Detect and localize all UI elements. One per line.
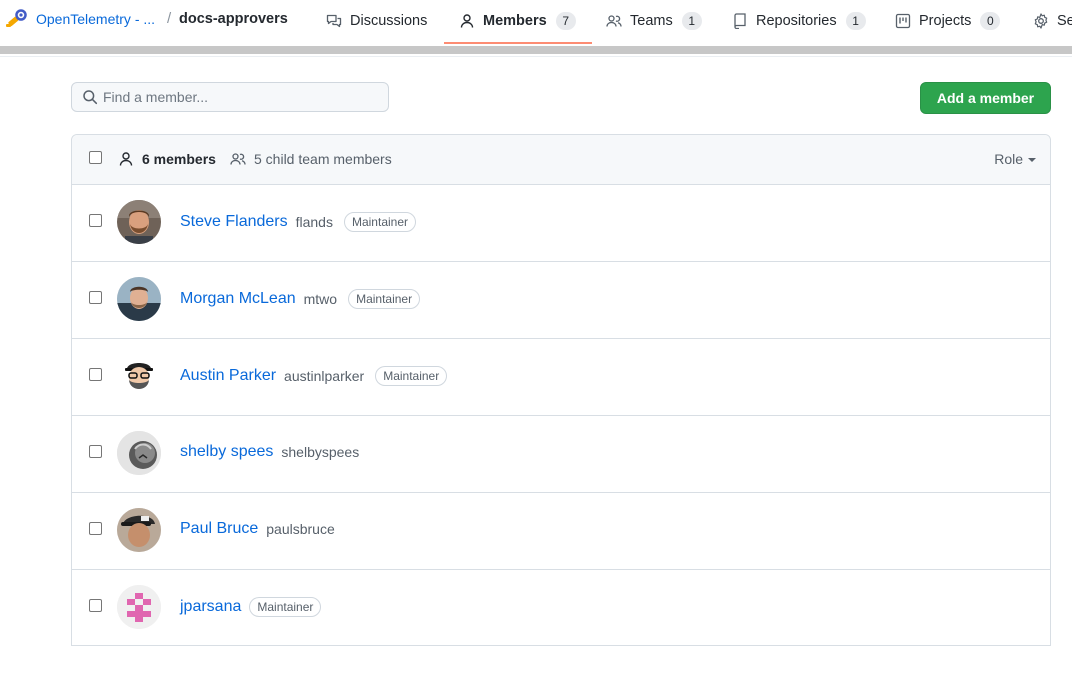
search-icon <box>83 90 98 105</box>
tab-teams[interactable]: Teams 1 <box>606 0 702 42</box>
person-icon <box>459 13 475 29</box>
tab-projects[interactable]: Projects 0 <box>895 0 1001 42</box>
member-login: shelbyspees <box>281 444 360 460</box>
tab-label: Discussions <box>350 13 428 29</box>
caret-down-icon <box>1028 158 1036 162</box>
identicon-avatar[interactable] <box>117 585 161 629</box>
member-name-link[interactable]: Steve Flanders <box>180 213 288 231</box>
member-checkbox[interactable] <box>89 291 102 304</box>
member-checkbox[interactable] <box>89 214 102 227</box>
avatar[interactable] <box>117 277 161 321</box>
tab-label: Projects <box>919 13 972 29</box>
member-row: Paul Bruce paulsbruce <box>72 492 1050 570</box>
org-link[interactable]: OpenTelemetry - ... <box>36 11 155 27</box>
member-info: Steve Flanders flands Maintainer <box>180 212 416 232</box>
find-member-search[interactable] <box>71 82 389 112</box>
child-team-members-label: 5 child team members <box>254 151 392 167</box>
maintainer-badge: Maintainer <box>348 289 421 309</box>
member-checkbox[interactable] <box>89 599 102 612</box>
member-name-link[interactable]: Paul Bruce <box>180 520 258 538</box>
tab-label: Se <box>1057 13 1072 29</box>
people-icon <box>230 153 246 165</box>
maintainer-badge: Maintainer <box>343 212 416 232</box>
member-row: shelby spees shelbyspees <box>72 415 1050 493</box>
role-filter-label: Role <box>994 151 1023 167</box>
avatar[interactable] <box>117 431 161 475</box>
member-info: jparsana Maintainer <box>180 597 322 617</box>
members-count[interactable]: 6 members <box>118 151 216 167</box>
team-header: OpenTelemetry - ... / docs-approvers Dis… <box>0 0 1072 44</box>
member-checkbox[interactable] <box>89 445 102 458</box>
tab-discussions[interactable]: Discussions <box>326 0 427 42</box>
tab-counter: 0 <box>980 12 1001 30</box>
tab-counter: 7 <box>555 12 576 30</box>
tab-settings[interactable]: Se <box>1033 0 1072 42</box>
members-list: 6 members 5 child team members Role Stev… <box>71 134 1051 646</box>
member-name-link[interactable]: Morgan McLean <box>180 290 296 308</box>
member-name-link[interactable]: Austin Parker <box>180 367 276 385</box>
member-row: Morgan McLean mtwo Maintainer <box>72 261 1050 339</box>
add-member-button[interactable]: Add a member <box>920 82 1051 114</box>
member-login: flands <box>295 214 333 230</box>
project-icon <box>895 13 911 29</box>
tab-counter: 1 <box>845 12 866 30</box>
member-login: mtwo <box>303 291 338 307</box>
comment-discussion-icon <box>326 13 342 29</box>
members-list-header: 6 members 5 child team members Role <box>72 135 1050 185</box>
select-all-checkbox[interactable] <box>89 151 102 164</box>
maintainer-badge: Maintainer <box>375 366 448 386</box>
role-filter-dropdown[interactable]: Role <box>994 151 1036 167</box>
avatar[interactable] <box>117 508 161 552</box>
member-info: Austin Parker austinlparker Maintainer <box>180 366 448 386</box>
tab-label: Teams <box>630 13 673 29</box>
member-info: shelby spees shelbyspees <box>180 443 359 461</box>
divider <box>0 56 1072 57</box>
member-login: paulsbruce <box>266 521 335 537</box>
tab-label: Members <box>483 13 547 29</box>
child-team-members[interactable]: 5 child team members <box>230 151 392 167</box>
member-row: Steve Flanders flands Maintainer <box>72 184 1050 262</box>
member-info: Paul Bruce paulsbruce <box>180 520 335 538</box>
tab-label: Repositories <box>756 13 837 29</box>
tab-repositories[interactable]: Repositories 1 <box>732 0 866 42</box>
member-row: Austin Parker austinlparker Maintainer <box>72 338 1050 416</box>
avatar[interactable] <box>117 354 161 398</box>
opentelemetry-logo-icon <box>6 9 27 27</box>
team-name[interactable]: docs-approvers <box>179 11 288 27</box>
person-icon <box>119 152 133 166</box>
member-info: Morgan McLean mtwo Maintainer <box>180 289 421 309</box>
member-login: austinlparker <box>284 368 365 384</box>
member-checkbox[interactable] <box>89 368 102 381</box>
repo-icon <box>732 13 748 29</box>
gear-icon <box>1033 13 1049 29</box>
avatar[interactable] <box>117 200 161 244</box>
members-count-label: 6 members <box>142 151 216 167</box>
member-row: jparsana Maintainer <box>72 569 1050 646</box>
member-name-link[interactable]: jparsana <box>180 598 241 616</box>
horizontal-scrollbar[interactable] <box>0 46 1072 54</box>
maintainer-badge: Maintainer <box>249 597 322 617</box>
member-name-link[interactable]: shelby spees <box>180 443 273 461</box>
people-icon <box>606 13 622 29</box>
search-input[interactable] <box>103 89 373 105</box>
member-checkbox[interactable] <box>89 522 102 535</box>
breadcrumb-separator: / <box>167 10 172 27</box>
tab-members[interactable]: Members 7 <box>444 0 592 44</box>
tab-counter: 1 <box>681 12 702 30</box>
